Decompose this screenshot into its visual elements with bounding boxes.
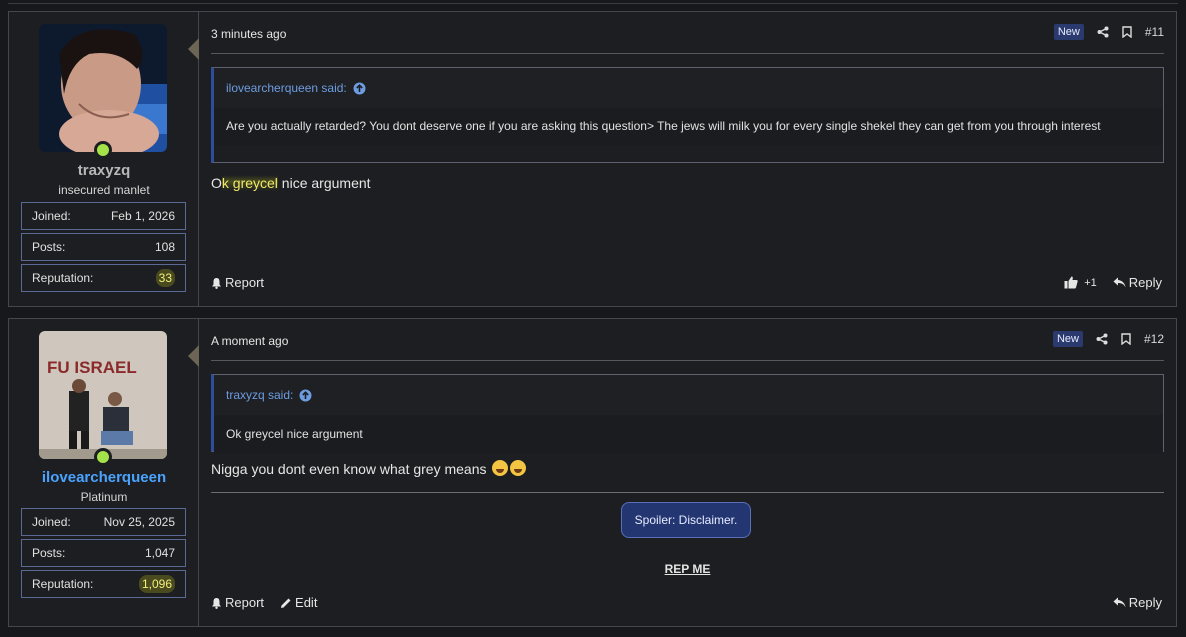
bookmark-icon[interactable] xyxy=(1121,333,1131,345)
like-button[interactable]: +1 xyxy=(1064,276,1097,289)
message-text-rest: nice argument xyxy=(277,175,371,191)
stat-value: Nov 25, 2025 xyxy=(103,515,175,529)
user-panel: traxyzq insecured manlet Joined: Feb 1, … xyxy=(9,12,199,306)
online-status-icon xyxy=(94,448,112,466)
post-content: A moment ago New #12 traxyzq said: Ok gr… xyxy=(199,319,1176,626)
stat-label: Joined: xyxy=(32,209,71,223)
thumbs-up-icon xyxy=(1064,276,1078,289)
stat-value: 108 xyxy=(154,240,175,254)
reply-button[interactable]: Reply xyxy=(1113,275,1162,290)
stat-reputation: Reputation: 33 xyxy=(21,264,186,292)
new-badge: New xyxy=(1053,24,1084,40)
post-time[interactable]: A moment ago xyxy=(211,334,288,348)
crying-laughing-emoji-icon xyxy=(510,460,527,476)
username[interactable]: traxyzq xyxy=(9,162,199,179)
avatar[interactable] xyxy=(39,24,167,152)
header-divider xyxy=(211,360,1164,361)
pencil-icon xyxy=(280,597,292,609)
message-highlight: k greycel xyxy=(221,175,278,191)
stat-value: Feb 1, 2026 xyxy=(110,209,175,223)
quote-block: traxyzq said: Ok greycel nice argument xyxy=(211,374,1164,453)
reply-label: Reply xyxy=(1128,275,1162,290)
post-header-actions: New #12 xyxy=(1052,331,1164,347)
post-content: 3 minutes ago New #11 ilovearcherqueen s… xyxy=(199,12,1176,306)
quote-author[interactable]: ilovearcherqueen said: xyxy=(226,81,347,95)
share-icon[interactable] xyxy=(1097,26,1109,38)
online-status-icon xyxy=(94,141,112,159)
avatar[interactable]: FU ISRAEL xyxy=(39,331,167,459)
crying-laughing-emoji-icon xyxy=(492,460,509,476)
post-number[interactable]: #12 xyxy=(1144,332,1164,346)
share-icon[interactable] xyxy=(1096,333,1108,345)
user-title: insecured manlet xyxy=(58,183,150,197)
message-body: Ok greycel nice argument xyxy=(211,175,371,191)
stat-label: Joined: xyxy=(32,515,71,529)
post-footer-left: Report xyxy=(211,275,264,290)
reply-button[interactable]: Reply xyxy=(1113,595,1162,610)
quote-block: ilovearcherqueen said: Are you actually … xyxy=(211,67,1164,163)
report-label: Report xyxy=(225,595,265,610)
post-arrow xyxy=(188,345,199,367)
post-number[interactable]: #11 xyxy=(1145,25,1164,39)
like-count: +1 xyxy=(1084,276,1097,289)
report-button[interactable]: Report xyxy=(211,595,264,610)
post-footer-left: Report Edit xyxy=(211,595,317,610)
bell-icon xyxy=(211,597,222,609)
user-title: Platinum xyxy=(80,490,128,504)
stat-label: Reputation: xyxy=(32,577,94,591)
bell-icon xyxy=(211,277,222,289)
signature-divider xyxy=(211,492,1164,493)
reply-label: Reply xyxy=(1128,595,1162,610)
arrow-up-circle-icon[interactable] xyxy=(299,389,312,402)
new-badge: New xyxy=(1052,331,1083,347)
stat-joined: Joined: Feb 1, 2026 xyxy=(21,202,186,230)
report-label: Report xyxy=(225,275,265,290)
spoiler-button[interactable]: Spoiler: Disclaimer. xyxy=(621,502,751,538)
top-divider xyxy=(8,0,1178,4)
post-footer-right: +1 Reply xyxy=(1064,275,1162,290)
message-text: O xyxy=(211,175,222,191)
post-11: traxyzq insecured manlet Joined: Feb 1, … xyxy=(8,11,1177,307)
stat-reputation: Reputation: 1,096 xyxy=(21,570,186,598)
stat-value: 33 xyxy=(155,269,175,287)
stat-label: Posts: xyxy=(32,546,66,560)
reply-arrow-icon xyxy=(1113,277,1126,288)
stat-posts: Posts: 1,047 xyxy=(21,539,186,567)
quote-header[interactable]: ilovearcherqueen said: xyxy=(214,68,1163,108)
message-text: Nigga you dont even know what grey means xyxy=(211,461,487,477)
arrow-up-circle-icon[interactable] xyxy=(353,82,366,95)
header-divider xyxy=(211,53,1164,54)
quote-author[interactable]: traxyzq said: xyxy=(226,388,293,402)
post-footer-right: Reply xyxy=(1113,595,1162,610)
stat-value: 1,047 xyxy=(144,546,175,560)
svg-text:FU ISRAEL: FU ISRAEL xyxy=(47,358,137,377)
bookmark-icon[interactable] xyxy=(1122,26,1132,38)
stat-joined: Joined: Nov 25, 2025 xyxy=(21,508,186,536)
stat-label: Reputation: xyxy=(32,271,94,285)
stat-posts: Posts: 108 xyxy=(21,233,186,261)
quote-text: Ok greycel nice argument xyxy=(214,415,1163,453)
username[interactable]: ilovearcherqueen xyxy=(9,469,199,486)
post-arrow xyxy=(188,38,199,60)
signature-link[interactable]: REP ME xyxy=(199,562,1176,576)
stat-label: Posts: xyxy=(32,240,66,254)
edit-label: Edit xyxy=(295,595,318,610)
post-header-actions: New #11 xyxy=(1053,24,1164,40)
reply-arrow-icon xyxy=(1113,597,1126,608)
quote-header[interactable]: traxyzq said: xyxy=(214,375,1163,415)
post-12: FU ISRAEL ilovearcherqueen Platinum Join… xyxy=(8,318,1177,627)
edit-button[interactable]: Edit xyxy=(280,595,317,610)
post-time[interactable]: 3 minutes ago xyxy=(211,27,286,41)
user-panel: FU ISRAEL ilovearcherqueen Platinum Join… xyxy=(9,319,199,626)
stat-value: 1,096 xyxy=(138,575,175,593)
report-button[interactable]: Report xyxy=(211,275,264,290)
message-body: Nigga you dont even know what grey means xyxy=(211,460,527,477)
quote-text: Are you actually retarded? You dont dese… xyxy=(214,108,1163,145)
